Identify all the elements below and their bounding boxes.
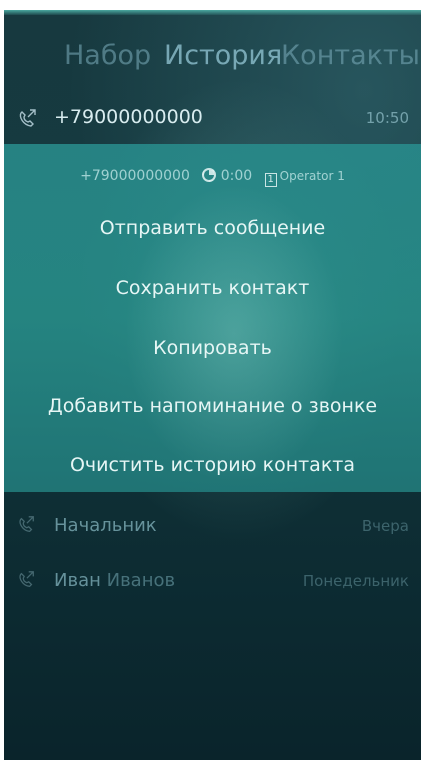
list-item[interactable]: Иван Иванов Понедельник xyxy=(4,558,421,604)
clock-icon xyxy=(202,168,217,182)
tab-dial[interactable]: Набор xyxy=(64,36,151,76)
send-message-item[interactable]: Отправить сообщение xyxy=(4,215,421,241)
list-item[interactable]: Начальник Вчера xyxy=(4,503,421,549)
call-date: Понедельник xyxy=(302,572,409,590)
add-reminder-item[interactable]: Добавить напоминание о звонке xyxy=(4,393,421,419)
call-number: +79000000000 xyxy=(54,106,203,128)
tab-history[interactable]: История xyxy=(164,36,282,76)
tab-contacts[interactable]: Контакты xyxy=(281,36,420,76)
header-tabs: Набор История Контакты xyxy=(4,36,421,82)
detail-number: +79000000000 xyxy=(80,168,190,184)
context-menu: +79000000000 0:00 1 Operator 1 Отправить … xyxy=(4,144,421,492)
selected-call-row[interactable]: +79000000000 10:50 xyxy=(4,94,421,144)
sim-card-icon: 1 xyxy=(264,173,277,187)
outgoing-call-icon xyxy=(19,516,34,533)
call-time: 10:50 xyxy=(365,109,409,127)
outgoing-call-icon xyxy=(19,571,34,588)
call-duration: 0:00 xyxy=(220,168,253,184)
copy-item[interactable]: Копировать xyxy=(4,335,421,361)
call-history-screen: Набор История Контакты +79000000000 10:5… xyxy=(4,10,421,760)
operator-name: Operator 1 xyxy=(279,169,345,183)
contact-name: Иван Иванов xyxy=(54,570,176,591)
contact-name: Начальник xyxy=(54,515,157,536)
save-contact-item[interactable]: Сохранить контакт xyxy=(4,275,421,301)
call-details: +79000000000 0:00 1 Operator 1 xyxy=(4,168,421,187)
clear-history-item[interactable]: Очистить историю контакта xyxy=(4,452,421,478)
call-date: Вчера xyxy=(361,517,409,535)
top-accent-bar xyxy=(4,10,421,15)
outgoing-call-icon xyxy=(19,109,36,127)
